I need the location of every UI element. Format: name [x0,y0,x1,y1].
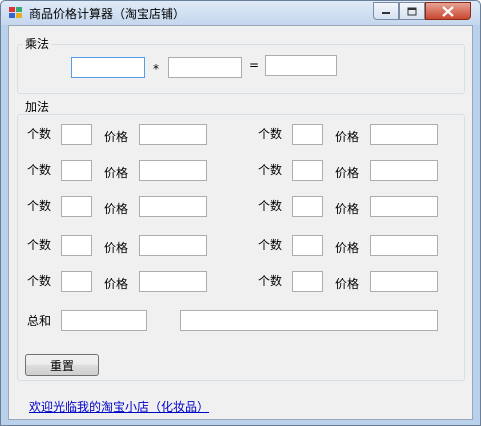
right-count-input[interactable] [292,160,323,181]
right-count-input[interactable] [292,124,323,145]
price-label: 价格 [104,202,129,216]
total-input[interactable] [61,310,147,331]
multiply-result-input[interactable] [265,55,337,76]
close-icon [442,5,454,17]
left-price-input[interactable] [139,124,207,145]
right-price-input[interactable] [370,235,438,256]
count-label: 个数 [27,238,52,252]
price-label: 价格 [335,277,360,291]
multiply-legend: 乘法 [23,37,52,51]
count-label: 个数 [258,199,283,213]
left-price-input[interactable] [139,271,207,292]
left-price-input[interactable] [139,160,207,181]
left-price-input[interactable] [139,196,207,217]
multiply-operand2-input[interactable] [168,57,242,78]
count-label: 个数 [258,163,283,177]
left-price-input[interactable] [139,235,207,256]
app-window: 商品价格计算器（淘宝店铺） 乘法 * = 加法 个数 价格 个数 价格 个数 价… [0,0,481,426]
maximize-icon [407,7,417,15]
left-count-input[interactable] [61,124,92,145]
right-count-input[interactable] [292,196,323,217]
price-label: 价格 [335,130,360,144]
app-icon [9,7,22,18]
right-price-input[interactable] [370,271,438,292]
window-title: 商品价格计算器（淘宝店铺） [29,7,186,21]
maximize-button[interactable] [399,2,425,20]
left-count-input[interactable] [61,271,92,292]
price-label: 价格 [335,166,360,180]
close-button[interactable] [425,2,471,20]
count-label: 个数 [258,238,283,252]
title-bar[interactable]: 商品价格计算器（淘宝店铺） [1,1,480,25]
price-label: 价格 [335,241,360,255]
price-label: 价格 [335,202,360,216]
left-count-input[interactable] [61,196,92,217]
left-count-input[interactable] [61,235,92,256]
count-label: 个数 [27,199,52,213]
right-price-input[interactable] [370,196,438,217]
minimize-button[interactable] [373,2,399,20]
count-label: 个数 [27,163,52,177]
multiply-operand1-input[interactable] [71,57,145,78]
add-legend: 加法 [23,100,52,114]
count-label: 个数 [258,274,283,288]
right-count-input[interactable] [292,235,323,256]
price-label: 价格 [104,166,129,180]
client-area: 乘法 * = 加法 个数 价格 个数 价格 个数 价格 个数 价格 个数 价格 … [8,25,473,420]
total-detail-input[interactable] [180,310,438,331]
reset-button[interactable]: 重置 [25,354,99,376]
right-count-input[interactable] [292,271,323,292]
minimize-icon [382,12,390,14]
right-price-input[interactable] [370,124,438,145]
times-symbol: * [153,62,159,76]
left-count-input[interactable] [61,160,92,181]
price-label: 价格 [104,241,129,255]
count-label: 个数 [258,127,283,141]
equals-symbol: = [249,58,260,72]
total-label: 总和 [27,314,52,328]
price-label: 价格 [104,277,129,291]
price-label: 价格 [104,130,129,144]
right-price-input[interactable] [370,160,438,181]
count-label: 个数 [27,127,52,141]
shop-link[interactable]: 欢迎光临我的淘宝小店（化妆品） [29,398,209,415]
count-label: 个数 [27,274,52,288]
